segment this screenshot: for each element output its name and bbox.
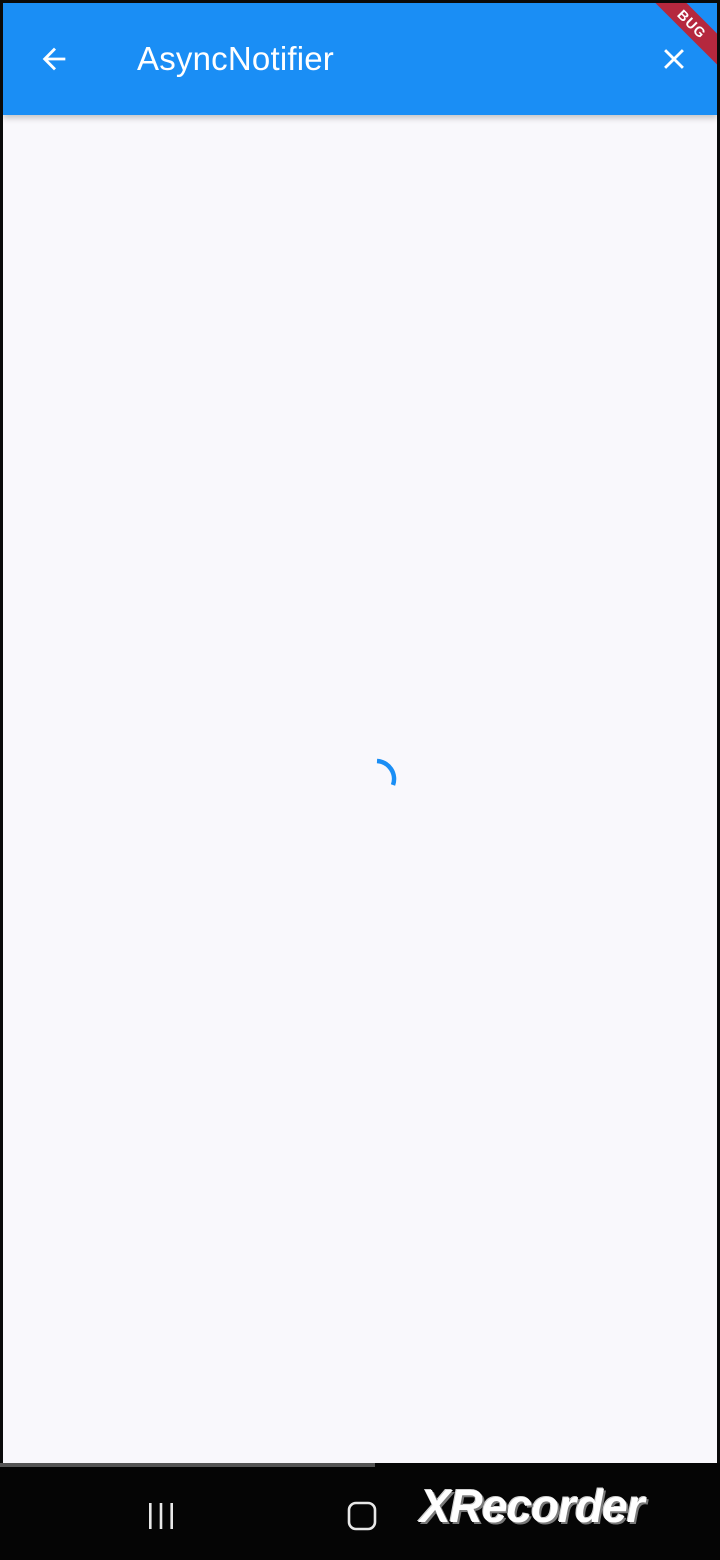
close-icon (664, 49, 684, 69)
recents-icon[interactable] (143, 1499, 179, 1533)
arrow-back-icon (42, 47, 66, 71)
system-navigation-bar: XRecorder (0, 1463, 720, 1560)
app-bar: AsyncNotifier BUG (3, 3, 717, 115)
home-icon[interactable] (344, 1499, 380, 1533)
back-button[interactable] (25, 30, 83, 88)
page-title: AsyncNotifier (137, 40, 334, 77)
app-screen: AsyncNotifier BUG (3, 3, 717, 1463)
nav-divider (0, 1463, 375, 1467)
circular-progress-icon (376, 758, 397, 786)
device-frame: AsyncNotifier BUG XRecorder (0, 0, 720, 1560)
watermark: XRecorder (420, 1480, 645, 1532)
